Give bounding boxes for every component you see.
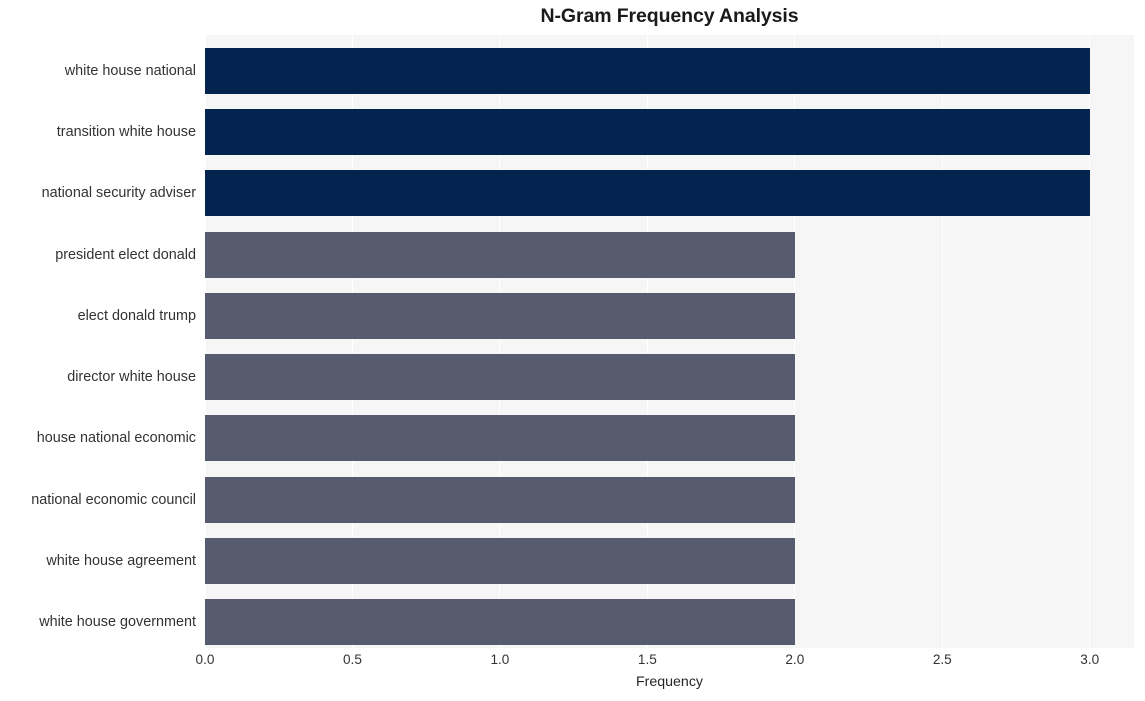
y-tick-label: director white house	[67, 369, 196, 386]
x-tick-label: 0.0	[195, 652, 215, 667]
chart-figure: N-Gram Frequency Analysis white house na…	[0, 0, 1145, 701]
y-tick-label: white house government	[39, 614, 196, 631]
y-tick-label: president elect donald	[55, 246, 196, 263]
chart-title: N-Gram Frequency Analysis	[540, 5, 799, 27]
bar[interactable]	[205, 538, 795, 584]
x-tick-label: 1.5	[637, 652, 657, 667]
x-axis-title: Frequency	[635, 674, 704, 690]
x-tick-label: 3.0	[1080, 652, 1100, 667]
bar[interactable]	[205, 109, 1090, 155]
y-tick-label: house national economic	[36, 430, 196, 447]
y-tick-label: elect donald trump	[77, 307, 196, 324]
y-tick-label: national economic council	[31, 491, 196, 508]
bar[interactable]	[205, 477, 795, 523]
bar[interactable]	[205, 48, 1090, 94]
bar[interactable]	[205, 354, 795, 400]
y-tick-label: national security adviser	[41, 185, 196, 202]
x-tick-label: 0.5	[343, 652, 362, 667]
bar[interactable]	[205, 293, 795, 339]
x-tick-label: 1.0	[490, 652, 510, 667]
bar[interactable]	[205, 170, 1090, 216]
y-tick-label: white house agreement	[46, 553, 196, 570]
bar[interactable]	[205, 232, 795, 278]
y-tick-label: white house national	[64, 62, 196, 79]
bar[interactable]	[205, 599, 795, 645]
bar[interactable]	[205, 415, 795, 461]
x-tick-label: 2.0	[785, 652, 805, 667]
plot-area	[204, 35, 1134, 648]
x-tick-label: 2.5	[932, 652, 952, 667]
y-tick-label: transition white house	[56, 123, 196, 140]
